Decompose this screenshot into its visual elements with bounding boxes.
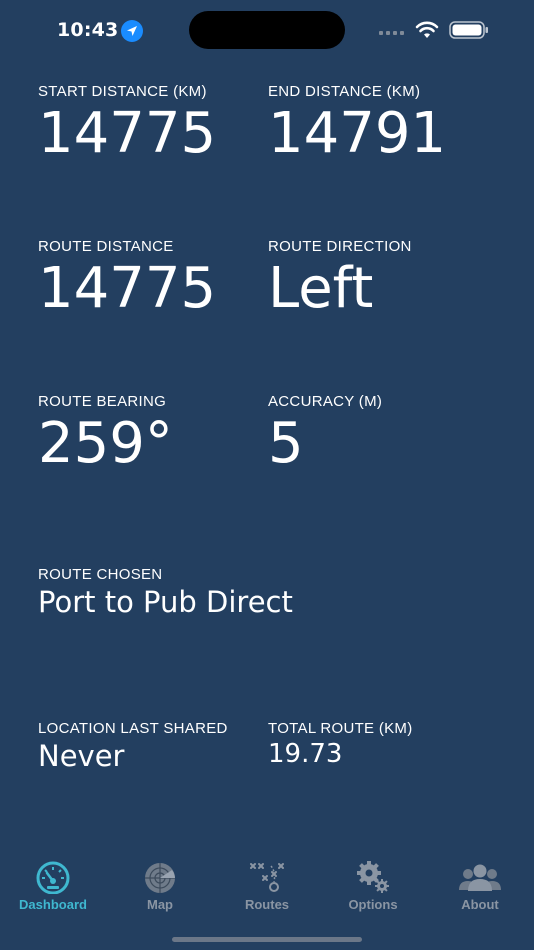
tab-map-label: Map xyxy=(147,897,173,912)
battery-icon xyxy=(449,21,488,39)
end-distance-label: END DISTANCE (KM) xyxy=(268,83,421,100)
total-route-block: TOTAL ROUTE (KM) 19.73 xyxy=(268,720,413,769)
route-distance-label: ROUTE DISTANCE xyxy=(38,238,174,255)
route-chosen-label: ROUTE CHOSEN xyxy=(38,566,163,583)
tab-about-label: About xyxy=(461,897,499,912)
tab-dashboard[interactable]: Dashboard xyxy=(3,860,103,920)
end-distance-block: END DISTANCE (KM) 14791 xyxy=(268,83,446,162)
tab-about[interactable]: About xyxy=(430,860,530,920)
accuracy-block: ACCURACY (M) 5 xyxy=(268,393,382,472)
start-distance-block: START DISTANCE (KM) 14775 xyxy=(38,83,216,162)
total-route-label: TOTAL ROUTE (KM) xyxy=(268,720,413,737)
route-direction-value: Left xyxy=(268,256,374,321)
status-bar: 10:43 xyxy=(0,0,534,60)
location-last-shared-block: LOCATION LAST SHARED Never xyxy=(38,720,228,772)
dynamic-island xyxy=(189,11,345,49)
end-distance-value: 14791 xyxy=(268,101,447,166)
wifi-icon xyxy=(415,21,439,38)
route-distance-value: 14775 xyxy=(38,256,217,321)
route-bearing-block: ROUTE BEARING 259° xyxy=(38,393,173,472)
location-last-shared-label: LOCATION LAST SHARED xyxy=(38,720,228,737)
route-bearing-label: ROUTE BEARING xyxy=(38,393,167,410)
tab-bar: Dashboard Map Routes Options About xyxy=(0,852,534,922)
cellular-signal-icon xyxy=(379,31,404,35)
start-distance-value: 14775 xyxy=(38,101,217,166)
home-indicator xyxy=(172,937,362,942)
route-chosen-value: Port to Pub Direct xyxy=(38,585,293,619)
accuracy-value: 5 xyxy=(268,411,304,476)
tab-options-label: Options xyxy=(348,897,398,912)
radar-icon xyxy=(145,863,175,893)
accuracy-label: ACCURACY (M) xyxy=(268,393,383,410)
route-direction-label: ROUTE DIRECTION xyxy=(268,238,412,255)
total-route-value: 19.73 xyxy=(268,739,343,769)
tab-routes-label: Routes xyxy=(244,897,290,912)
tab-map[interactable]: Map xyxy=(110,860,210,920)
gears-icon xyxy=(357,861,389,893)
speedometer-icon xyxy=(36,861,70,894)
tab-dashboard-label: Dashboard xyxy=(19,897,87,912)
route-distance-block: ROUTE DISTANCE 14775 xyxy=(38,238,216,317)
start-distance-label: START DISTANCE (KM) xyxy=(38,83,207,100)
tab-routes[interactable]: Routes xyxy=(217,860,317,920)
route-bearing-value: 259° xyxy=(38,411,173,476)
people-icon xyxy=(459,864,501,891)
location-last-shared-value: Never xyxy=(38,739,125,773)
route-plan-icon xyxy=(250,863,284,892)
route-direction-block: ROUTE DIRECTION Left xyxy=(268,238,412,317)
route-chosen-block: ROUTE CHOSEN Port to Pub Direct xyxy=(38,566,293,618)
tab-options[interactable]: Options xyxy=(323,860,423,920)
location-arrow-icon xyxy=(121,20,143,42)
status-time: 10:43 xyxy=(57,19,119,41)
